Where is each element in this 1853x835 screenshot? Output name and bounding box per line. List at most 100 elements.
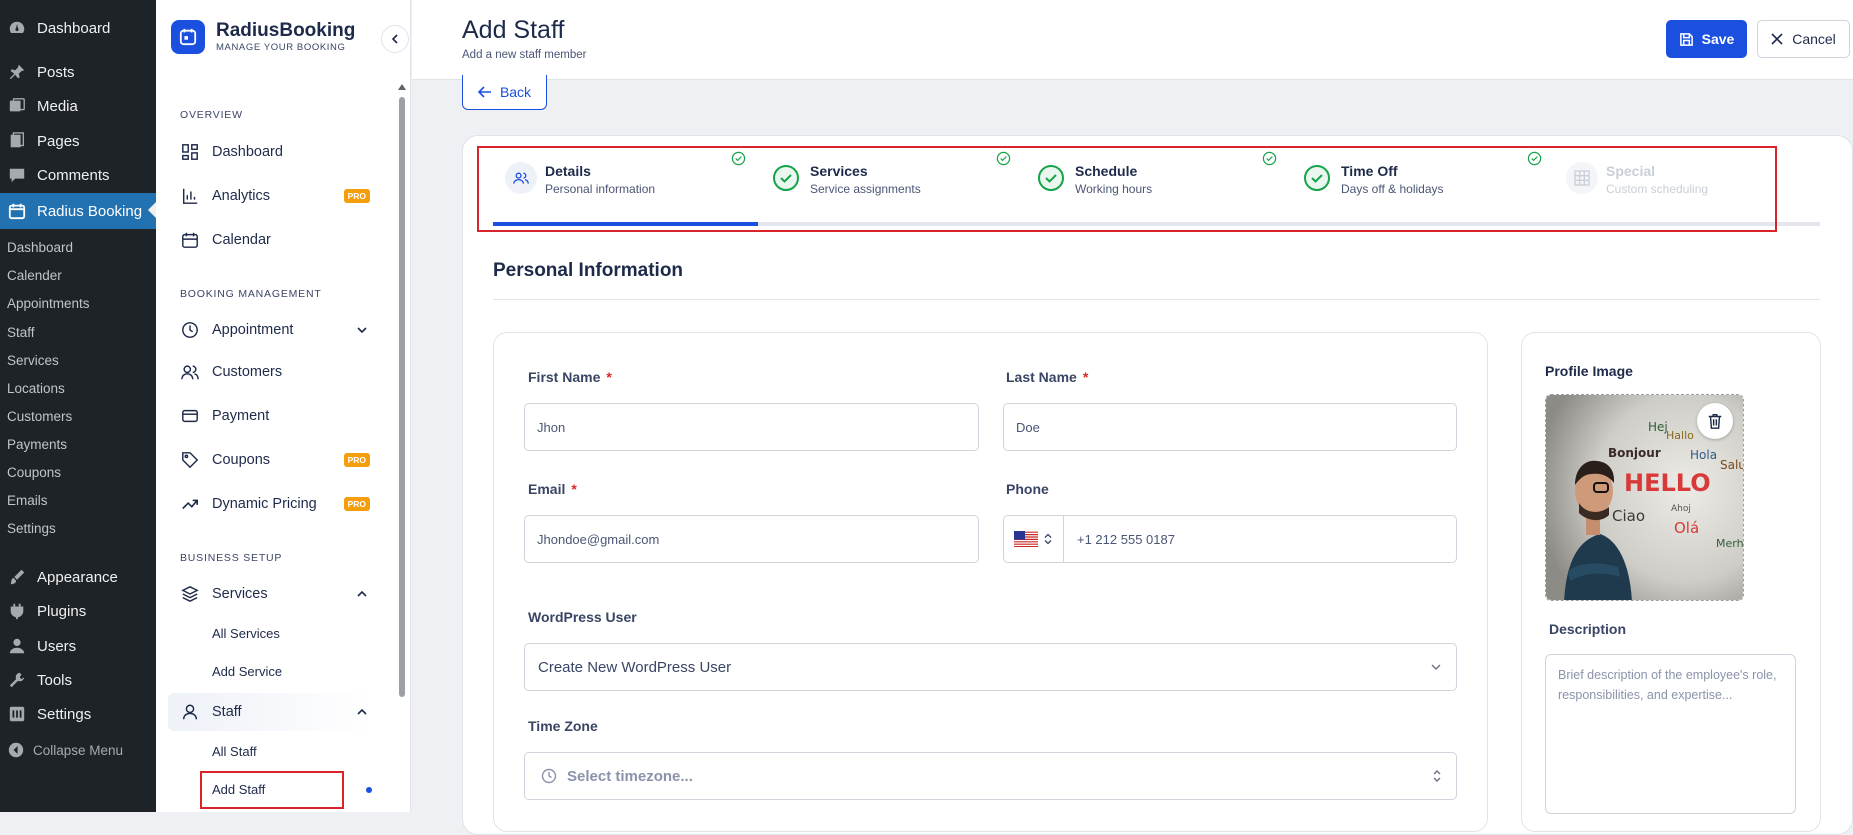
wp-submenu-calender[interactable]: Calender <box>7 268 62 283</box>
nav-dashboard[interactable]: Dashboard <box>168 133 374 171</box>
nav-all-services[interactable]: All Services <box>212 626 280 641</box>
pro-badge: PRO <box>343 453 370 467</box>
nav-staff[interactable]: Staff <box>168 693 374 731</box>
wp-menu-comments[interactable]: Comments <box>0 158 156 192</box>
wp-menu-label: Plugins <box>37 602 87 620</box>
wp-menu-tools[interactable]: Tools <box>0 663 156 697</box>
chevron-up-icon <box>357 590 367 597</box>
wp-menu-media[interactable]: Media <box>0 89 156 123</box>
image-word: Ahoj <box>1671 504 1691 514</box>
delete-image-button[interactable] <box>1697 403 1733 439</box>
chevron-up-down-icon <box>1433 770 1441 782</box>
wp-menu-settings[interactable]: Settings <box>0 697 156 731</box>
wp-menu-plugins[interactable]: Plugins <box>0 594 156 628</box>
nav-label: Analytics <box>212 188 271 204</box>
image-word: Hej <box>1648 420 1668 434</box>
grid-icon <box>179 141 201 163</box>
wp-menu-label: Tools <box>37 671 73 689</box>
wp-menu-label: Media <box>37 97 78 115</box>
nav-add-service[interactable]: Add Service <box>212 664 282 679</box>
phone-input[interactable]: +1 212 555 0187 <box>1003 515 1457 563</box>
active-dot <box>366 787 372 793</box>
nav-label: Appointment <box>212 322 294 338</box>
last-name-input[interactable]: Doe <box>1003 403 1457 451</box>
wp-menu-users[interactable]: Users <box>0 629 156 663</box>
back-button[interactable]: Back <box>462 75 547 110</box>
wp-submenu-staff[interactable]: Staff <box>7 325 35 340</box>
wordpress-user-value: Create New WordPress User <box>538 658 732 676</box>
chevron-down-icon <box>357 327 367 334</box>
plug-icon <box>6 600 28 622</box>
users-icon <box>179 361 201 383</box>
wp-submenu-services[interactable]: Services <box>7 353 59 368</box>
nav-label: Dashboard <box>212 144 283 160</box>
wp-menu-label: Pages <box>37 132 80 150</box>
wp-menu-dashboard[interactable]: Dashboard <box>0 11 156 45</box>
user-icon <box>6 635 28 657</box>
cancel-button[interactable]: Cancel <box>1757 20 1850 58</box>
wp-menu-label: Appearance <box>37 568 118 586</box>
cancel-label: Cancel <box>1792 31 1836 47</box>
wp-submenu-locations[interactable]: Locations <box>7 381 65 396</box>
wp-submenu-emails[interactable]: Emails <box>7 493 48 508</box>
time-zone-label: Time Zone <box>528 718 598 734</box>
wp-submenu-settings[interactable]: Settings <box>7 521 56 536</box>
nav-coupons[interactable]: Coupons PRO <box>168 441 374 479</box>
image-word: Ciao <box>1612 507 1645 525</box>
wp-menu-label: Settings <box>37 705 92 723</box>
last-name-label: Last Name * <box>1006 369 1089 385</box>
country-code-select[interactable] <box>1003 515 1064 563</box>
collapse-menu-button[interactable]: Collapse Menu <box>0 738 156 762</box>
wp-menu-radius-booking[interactable]: Radius Booking <box>0 193 156 229</box>
image-word: Hola <box>1690 448 1717 462</box>
save-button[interactable]: Save <box>1666 20 1747 58</box>
highlight-add-staff <box>200 771 344 809</box>
wp-menu-appearance[interactable]: Appearance <box>0 560 156 594</box>
profile-image-label: Profile Image <box>1545 363 1633 379</box>
page-title: Add Staff <box>462 16 565 44</box>
wordpress-user-select[interactable]: Create New WordPress User <box>524 643 1457 691</box>
first-name-input[interactable]: Jhon <box>524 403 979 451</box>
timezone-select[interactable]: Select timezone... <box>524 752 1457 800</box>
nav-section-overview: OVERVIEW <box>180 109 243 121</box>
scrollbar-thumb[interactable] <box>399 97 405 697</box>
wrench-icon <box>6 669 28 691</box>
nav-customers[interactable]: Customers <box>168 353 374 391</box>
nav-calendar[interactable]: Calendar <box>168 221 374 259</box>
nav-dynamic-pricing[interactable]: Dynamic Pricing PRO <box>168 485 374 523</box>
wp-submenu-customers[interactable]: Customers <box>7 409 72 424</box>
wp-menu-pages[interactable]: Pages <box>0 124 156 158</box>
wordpress-user-label: WordPress User <box>528 609 637 625</box>
nav-appointment[interactable]: Appointment <box>168 311 374 349</box>
nav-services[interactable]: Services <box>168 575 374 613</box>
sidebar-scrollbar[interactable] <box>398 80 406 812</box>
wp-submenu-dashboard[interactable]: Dashboard <box>7 240 73 255</box>
wp-menu-posts[interactable]: Posts <box>0 55 156 89</box>
wp-menu-label: Dashboard <box>37 19 111 37</box>
page-subtitle: Add a new staff member <box>462 49 587 61</box>
nav-all-staff[interactable]: All Staff <box>212 744 257 759</box>
description-textarea[interactable]: Brief description of the employee's role… <box>1545 654 1796 814</box>
sidebar-collapse-button[interactable] <box>381 25 409 53</box>
nav-section-booking: BOOKING MANAGEMENT <box>180 288 322 300</box>
wp-submenu-coupons[interactable]: Coupons <box>7 465 61 480</box>
wp-menu-label: Comments <box>37 166 110 184</box>
wp-menu-label: Posts <box>37 63 75 81</box>
nav-label: Customers <box>212 364 283 380</box>
arrow-left-icon <box>477 86 491 98</box>
email-input[interactable]: Jhondoe@gmail.com <box>524 515 979 563</box>
nav-analytics[interactable]: Analytics PRO <box>168 177 374 215</box>
nav-payment[interactable]: Payment <box>168 397 374 435</box>
phone-label: Phone <box>1006 481 1049 497</box>
pro-badge: PRO <box>343 189 370 203</box>
highlight-stepper <box>477 146 1777 232</box>
chevron-down-icon <box>1431 664 1441 670</box>
scroll-up-arrow-icon[interactable] <box>398 84 406 90</box>
wp-submenu-payments[interactable]: Payments <box>7 437 67 452</box>
wp-submenu-appointments[interactable]: Appointments <box>7 296 90 311</box>
clock-icon <box>179 319 201 341</box>
image-word: HELLO <box>1624 469 1711 497</box>
brand-name: RadiusBooking <box>216 20 356 41</box>
image-word: Bonjour <box>1608 446 1661 460</box>
media-icon <box>6 95 28 117</box>
